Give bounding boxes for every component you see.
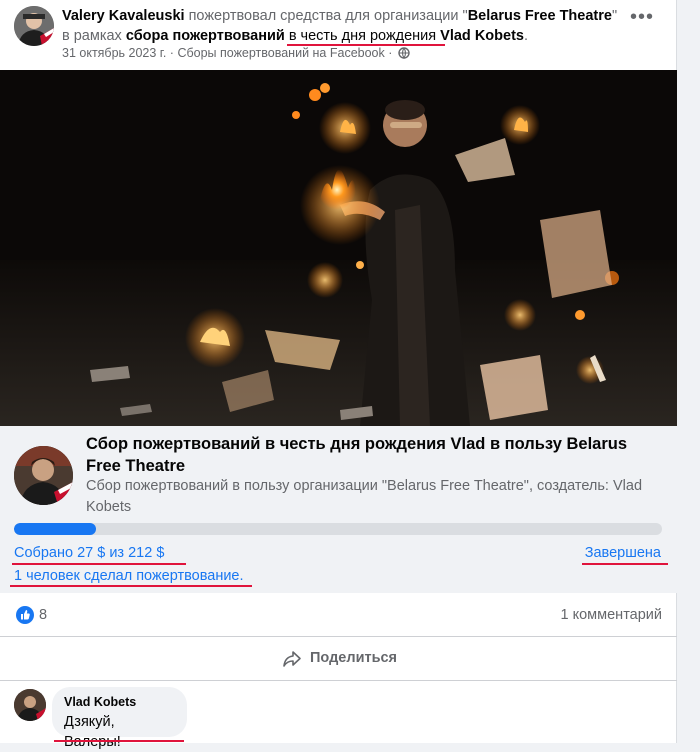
status-underline xyxy=(582,563,668,565)
post-header: Valery Kavaleuski пожертвовал средства д… xyxy=(0,0,677,70)
meta-separator-2: · xyxy=(384,46,396,60)
commenter-avatar[interactable] xyxy=(14,689,46,721)
reactions-bar: 8 1 комментарий xyxy=(0,593,677,637)
more-options-button[interactable]: ••• xyxy=(630,7,660,32)
organization-link[interactable]: Belarus Free Theatre xyxy=(468,8,612,24)
post-image[interactable] xyxy=(0,70,677,426)
raised-underline xyxy=(12,563,186,565)
author-name[interactable]: Valery Kavaleuski xyxy=(62,8,185,24)
donors-count[interactable]: 1 человек сделал пожертвование. xyxy=(14,568,244,584)
fundraiser-link[interactable]: сбора пожертвований xyxy=(126,28,285,44)
fundraiser-progress-bar xyxy=(14,523,662,535)
post-headline: Valery Kavaleuski пожертвовал средства д… xyxy=(62,6,622,46)
fundraiser-subtitle: Сбор пожертвований в пользу организации … xyxy=(86,478,643,515)
fundraiser-avatar[interactable] xyxy=(14,446,73,505)
author-avatar[interactable] xyxy=(14,6,54,46)
period-text: . xyxy=(523,28,528,44)
post-source[interactable]: Сборы пожертвований на Facebook xyxy=(177,46,384,60)
occasion-text: в честь дня рождения xyxy=(288,28,437,44)
fundraiser-status: Завершена xyxy=(584,545,661,561)
post-actions: Поделиться xyxy=(0,637,677,681)
donors-underline xyxy=(10,585,252,587)
comment-underline xyxy=(54,740,184,742)
share-button[interactable]: Поделиться xyxy=(270,643,410,675)
honoree-link[interactable]: Vlad Kobets xyxy=(440,28,524,44)
action-text: пожертвовал средства для организации " xyxy=(184,8,468,24)
raised-amount: Собрано 27 $ из 212 $ xyxy=(14,545,165,561)
post-meta: 31 октябрь 2023 г. · Сборы пожертвований… xyxy=(62,46,410,60)
fundraiser-title[interactable]: Сбор пожертвований в честь дня рождения … xyxy=(86,433,666,477)
fundraiser-progress-fill xyxy=(14,523,97,535)
share-icon xyxy=(283,651,301,667)
facebook-post: Valery Kavaleuski пожертвовал средства д… xyxy=(0,0,677,750)
globe-icon xyxy=(398,47,410,59)
comment-text: Дзякуй, Валеры! xyxy=(64,714,121,750)
like-count[interactable]: 8 xyxy=(39,607,47,623)
comment-author[interactable]: Vlad Kobets xyxy=(64,694,175,710)
fundraiser-card[interactable]: Сбор пожертвований в честь дня рождения … xyxy=(0,426,677,593)
comment-bubble: Vlad Kobets Дзякуй, Валеры! xyxy=(52,687,187,750)
share-label: Поделиться xyxy=(310,650,398,666)
comments-count[interactable]: 1 комментарий xyxy=(561,607,662,623)
meta-separator: · xyxy=(166,46,178,60)
post-date[interactable]: 31 октябрь 2023 г. xyxy=(62,46,166,60)
like-icon[interactable] xyxy=(16,606,34,624)
